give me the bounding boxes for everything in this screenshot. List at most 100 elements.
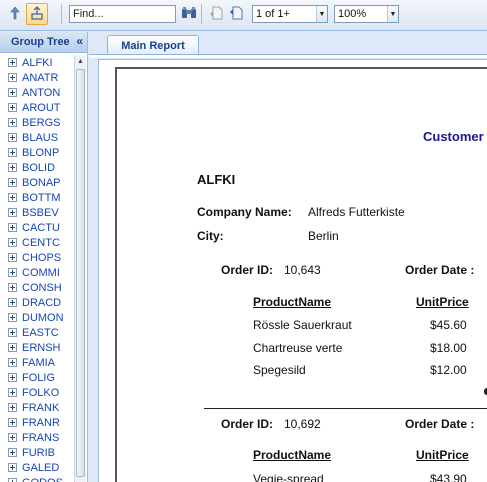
tree-item[interactable]: BLONP <box>0 145 74 160</box>
tree-item[interactable]: CONSH <box>0 280 74 295</box>
expand-plus-icon[interactable] <box>8 208 17 217</box>
tree-item-label[interactable]: FOLIG <box>22 372 55 384</box>
tree-item[interactable]: FAMIA <box>0 355 74 370</box>
tree-item[interactable]: BONAP <box>0 175 74 190</box>
expand-plus-icon[interactable] <box>8 373 17 382</box>
expand-plus-icon[interactable] <box>8 463 17 472</box>
tree-item-label[interactable]: GALED <box>22 462 59 474</box>
expand-plus-icon[interactable] <box>8 223 17 232</box>
search-button[interactable] <box>178 3 200 25</box>
expand-plus-icon[interactable] <box>8 418 17 427</box>
expand-plus-icon[interactable] <box>8 283 17 292</box>
tree-item-label[interactable]: ALFKI <box>22 57 53 69</box>
expand-plus-icon[interactable] <box>8 238 17 247</box>
expand-plus-icon[interactable] <box>8 88 17 97</box>
tree-item[interactable]: FURIB <box>0 445 74 460</box>
tree-item[interactable]: GALED <box>0 460 74 475</box>
chevron-down-icon[interactable]: ▼ <box>387 6 398 22</box>
expand-plus-icon[interactable] <box>8 118 17 127</box>
expand-plus-icon[interactable] <box>8 58 17 67</box>
tree-item[interactable]: FRANS <box>0 430 74 445</box>
expand-plus-icon[interactable] <box>8 403 17 412</box>
tree-item[interactable]: BLAUS <box>0 130 74 145</box>
tree-item-label[interactable]: FRANS <box>22 432 59 444</box>
tree-item-label[interactable]: FURIB <box>22 447 55 459</box>
navigate-up-button[interactable] <box>4 3 26 25</box>
expand-plus-icon[interactable] <box>8 433 17 442</box>
expand-plus-icon[interactable] <box>8 478 17 482</box>
tree-item[interactable]: BOLID <box>0 160 74 175</box>
zoom-select[interactable]: 100% ▼ <box>334 5 399 23</box>
tree-item-label[interactable]: BERGS <box>22 117 61 129</box>
tree-item[interactable]: COMMI <box>0 265 74 280</box>
expand-plus-icon[interactable] <box>8 388 17 397</box>
expand-plus-icon[interactable] <box>8 448 17 457</box>
tree-item-label[interactable]: BLAUS <box>22 132 58 144</box>
tree-item-label[interactable]: FRANR <box>22 417 60 429</box>
expand-plus-icon[interactable] <box>8 133 17 142</box>
scroll-up-icon[interactable]: ▲ <box>75 55 86 67</box>
tree-item-label[interactable]: CACTU <box>22 222 60 234</box>
expand-plus-icon[interactable] <box>8 148 17 157</box>
page-select[interactable]: 1 of 1+ ▼ <box>252 5 328 23</box>
tree-item[interactable]: CHOPS <box>0 250 74 265</box>
tree-item-label[interactable]: GODOS <box>22 477 63 482</box>
previous-page-button[interactable] <box>206 3 228 25</box>
expand-plus-icon[interactable] <box>8 178 17 187</box>
tree-item[interactable]: CENTC <box>0 235 74 250</box>
tree-item[interactable]: BSBEV <box>0 205 74 220</box>
tree-item-label[interactable]: BLONP <box>22 147 59 159</box>
tree-item[interactable]: BERGS <box>0 115 74 130</box>
tree-item-label[interactable]: ERNSH <box>22 342 61 354</box>
tree-item-label[interactable]: CHOPS <box>22 252 61 264</box>
expand-plus-icon[interactable] <box>8 268 17 277</box>
tree-item[interactable]: EASTC <box>0 325 74 340</box>
tree-item[interactable]: CACTU <box>0 220 74 235</box>
tree-item[interactable]: FRANK <box>0 400 74 415</box>
expand-plus-icon[interactable] <box>8 193 17 202</box>
expand-plus-icon[interactable] <box>8 358 17 367</box>
tree-item[interactable]: ERNSH <box>0 340 74 355</box>
collapse-panel-icon[interactable]: « <box>74 34 83 48</box>
tree-item[interactable]: GODOS <box>0 475 74 482</box>
expand-plus-icon[interactable] <box>8 253 17 262</box>
tree-item-label[interactable]: DRACD <box>22 297 61 309</box>
expand-plus-icon[interactable] <box>8 313 17 322</box>
expand-plus-icon[interactable] <box>8 328 17 337</box>
tree-item-label[interactable]: CENTC <box>22 237 60 249</box>
tree-item-label[interactable]: FRANK <box>22 402 59 414</box>
tree-item-label[interactable]: BOTTM <box>22 192 61 204</box>
group-tree-toggle-button[interactable] <box>26 3 48 25</box>
tree-item[interactable]: BOTTM <box>0 190 74 205</box>
expand-plus-icon[interactable] <box>8 298 17 307</box>
expand-plus-icon[interactable] <box>8 343 17 352</box>
tab-main-report[interactable]: Main Report <box>107 35 199 55</box>
tree-item-label[interactable]: FOLKO <box>22 387 59 399</box>
tree-item[interactable]: FOLIG <box>0 370 74 385</box>
find-input[interactable] <box>69 5 176 23</box>
tree-item[interactable]: FOLKO <box>0 385 74 400</box>
tree-item-label[interactable]: DUMON <box>22 312 64 324</box>
tree-item[interactable]: AROUT <box>0 100 74 115</box>
tree-item-label[interactable]: EASTC <box>22 327 59 339</box>
tree-item-label[interactable]: BONAP <box>22 177 61 189</box>
expand-plus-icon[interactable] <box>8 103 17 112</box>
next-page-button[interactable] <box>226 3 248 25</box>
tree-item-label[interactable]: ANATR <box>22 72 58 84</box>
chevron-down-icon[interactable]: ▼ <box>316 6 327 22</box>
tree-scrollbar[interactable]: ▲ <box>74 55 86 482</box>
expand-plus-icon[interactable] <box>8 73 17 82</box>
tree-item-label[interactable]: BSBEV <box>22 207 59 219</box>
scrollbar-thumb[interactable] <box>76 69 85 477</box>
tree-item[interactable]: FRANR <box>0 415 74 430</box>
tree-item-label[interactable]: FAMIA <box>22 357 55 369</box>
tree-item-label[interactable]: BOLID <box>22 162 55 174</box>
expand-plus-icon[interactable] <box>8 163 17 172</box>
tree-item[interactable]: ANATR <box>0 70 74 85</box>
tree-item[interactable]: DUMON <box>0 310 74 325</box>
tree-item-label[interactable]: CONSH <box>22 282 62 294</box>
tree-item[interactable]: ALFKI <box>0 55 74 70</box>
tree-item-label[interactable]: COMMI <box>22 267 60 279</box>
tree-item-label[interactable]: AROUT <box>22 102 61 114</box>
tree-item-label[interactable]: ANTON <box>22 87 60 99</box>
